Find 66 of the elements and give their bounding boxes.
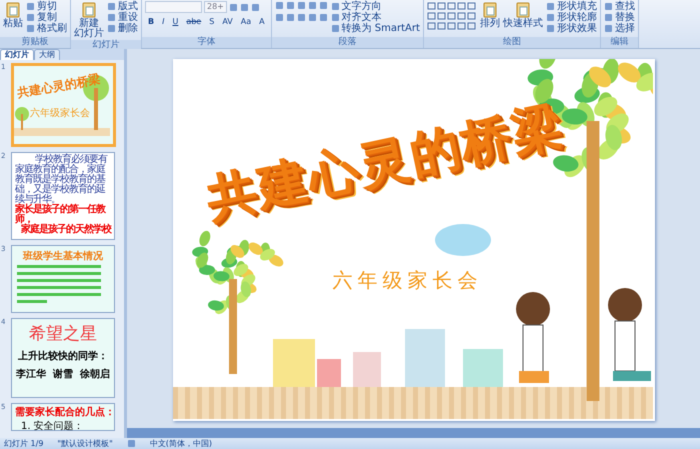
group-label: 编辑 [600, 37, 638, 48]
format-button[interactable]: U [169, 16, 182, 28]
format-button[interactable]: abe [183, 16, 204, 28]
building-drawing [404, 329, 444, 387]
group-label: 绘图 [424, 37, 600, 48]
ribbon-large-button[interactable]: 新建 幻灯片 [74, 1, 104, 39]
slide-title: 共建心灵的桥梁 [16, 70, 102, 102]
house-drawing [316, 359, 340, 387]
ribbon-button[interactable]: 形状效果 [546, 23, 597, 34]
slide-subtitle: 六年级家长会 [332, 267, 482, 294]
theme-name: "默认设计模板" [57, 438, 113, 449]
slide-title: 需要家长配合的几点： [15, 405, 111, 419]
ribbon-button[interactable]: 重设 [107, 12, 138, 23]
format-button[interactable]: AV [219, 16, 236, 28]
slide-thumbnail[interactable]: 学校教育必须要有家庭教育的配合，家庭教育既是学校教育的基础，又是学校教育的延续与升华。 家长是孩子的第一任教师， 家庭是孩子的天然学校 [11, 152, 115, 240]
slide-counter: 幻灯片 1/9 [4, 438, 44, 449]
slide-title: 班级学生基本情况 [22, 250, 104, 263]
cloud-drawing [434, 224, 490, 256]
ribbon-button[interactable]: 转换为 SmartArt [330, 23, 420, 34]
ribbon-button[interactable]: 形状填充 [546, 1, 597, 12]
tree-drawing [14, 107, 29, 130]
ribbon-button[interactable]: 格式刷 [26, 23, 67, 34]
ribbon-button[interactable]: 替换 [604, 12, 635, 23]
ribbon-button[interactable]: 复制 [26, 12, 67, 23]
slide-text: 上升比较快的同学： [17, 350, 109, 363]
button-icon [480, 1, 499, 19]
slide-text: 1. 安全问题： [20, 420, 85, 430]
house-drawing [272, 339, 314, 387]
house-drawing [352, 352, 380, 387]
pane-tab[interactable]: 幻灯片 [0, 49, 34, 60]
group-label: 剪贴板 [0, 37, 70, 48]
slide-subtitle: 六年级家长会 [30, 106, 90, 120]
ribbon-button[interactable]: 删除 [107, 23, 138, 34]
body-text: 学校教育必须要有家庭教育的配合，家庭教育既是学校教育的基础，又是学校教育的延续与升华。 [15, 155, 108, 205]
ribbon-button[interactable]: 版式 [107, 1, 138, 12]
pane-tab[interactable]: 大纲 [34, 49, 60, 60]
format-button[interactable]: B [145, 16, 158, 28]
format-button[interactable]: A [256, 16, 268, 28]
format-button[interactable]: I [159, 16, 168, 28]
pane-splitter[interactable] [127, 428, 700, 438]
ribbon-button[interactable]: 文字方向 [330, 1, 420, 12]
slide-title: 希望之星 [28, 323, 98, 345]
ribbon-large-button[interactable]: 快速样式 [502, 1, 543, 29]
slide-thumbnail[interactable]: 希望之星 上升比较快的同学： 李江华 谢雪 徐朝启 [11, 318, 115, 398]
ribbon-button[interactable]: 对齐文本 [330, 12, 420, 23]
house-drawing [462, 349, 502, 387]
ribbon-button[interactable]: 形状轮廓 [546, 12, 597, 23]
button-icon [4, 1, 22, 19]
button-icon [80, 1, 98, 19]
ribbon-large-button[interactable]: 排列 [480, 1, 500, 29]
ribbon-large-button[interactable]: 粘贴 [3, 1, 23, 29]
language-indicator: 中文(简体，中国) [150, 438, 212, 449]
slide-thumbnail[interactable]: 需要家长配合的几点： 1. 安全问题： [11, 403, 115, 431]
ribbon-button[interactable]: 剪切 [26, 1, 67, 12]
group-label: 段落 [272, 37, 423, 48]
format-button[interactable]: S [206, 16, 218, 28]
ribbon-button[interactable]: 查找 [604, 1, 635, 12]
group-label: 字体 [142, 37, 271, 48]
format-button[interactable]: Aa [238, 16, 254, 28]
ribbon-button[interactable]: 选择 [604, 23, 635, 34]
font-size-field[interactable]: 28+ [204, 1, 227, 13]
button-icon [514, 1, 532, 19]
highlight-text: 家庭是孩子的天然学校 [21, 225, 111, 235]
font-name-field[interactable] [145, 1, 202, 13]
slide-text: 李江华 谢雪 徐朝启 [15, 367, 111, 381]
slide-title: 共建心灵的桥梁 [200, 94, 570, 230]
